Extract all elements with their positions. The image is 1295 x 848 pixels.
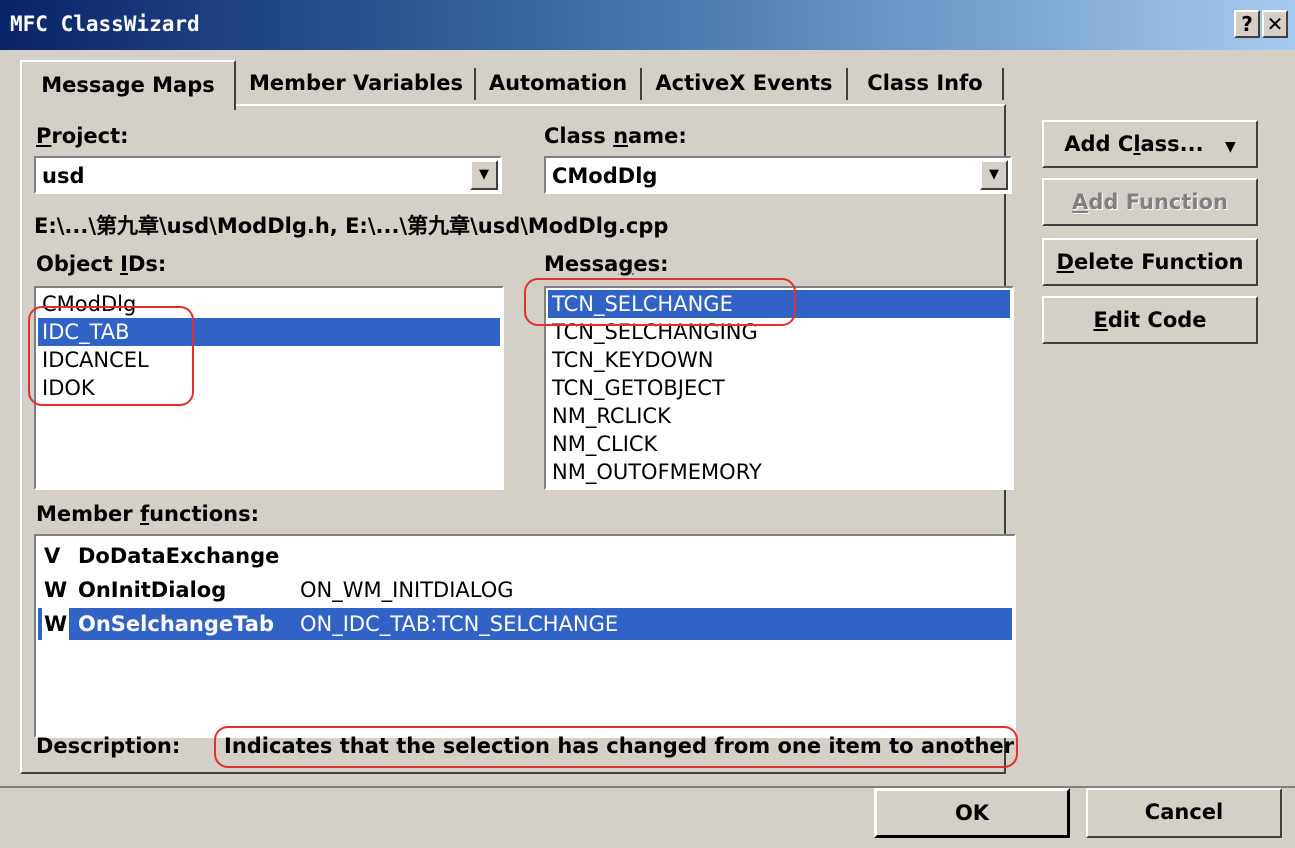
help-button[interactable]: ? [1234,10,1260,38]
description-label: Description: [36,734,181,758]
function-map: ON_IDC_TAB:TCN_SELCHANGE [300,612,619,636]
function-name: OnSelchangeTab [78,612,274,636]
project-value: usd [42,164,85,188]
function-kind: W [42,608,70,640]
project-combo[interactable]: usd ▼ [34,156,502,194]
file-path: E:\...\第九章\usd\ModDlg.h, E:\...\第九章\usd\… [34,214,669,238]
window-title: MFC ClassWizard [10,12,200,36]
list-item[interactable]: TCN_KEYDOWN [548,346,1010,374]
member-functions-label: Member functions: [36,502,259,526]
delete-function-button[interactable]: Delete Function [1042,238,1258,286]
list-item[interactable]: TCN_GETOBJECT [548,374,1010,402]
messages-label: Messages: [544,252,669,276]
list-item[interactable]: NM_OUTOFMEMORY [548,458,1010,486]
tab-label: Class Info [867,71,983,95]
close-icon[interactable]: ✕ [1262,10,1288,38]
class-name-combo[interactable]: CModDlg ▼ [544,156,1012,194]
tab-label: Automation [488,71,628,95]
tab-member-variables[interactable]: Member Variables [238,60,476,106]
class-name-value: CModDlg [552,164,658,188]
tab-class-info[interactable]: Class Info [848,60,1004,106]
tab-message-maps[interactable]: Message Maps [20,60,236,110]
tab-label: ActiveX Events [655,71,833,95]
classwizard-dialog: MFC ClassWizard ? ✕ Message Maps Member … [0,0,1295,848]
add-class-button[interactable]: Add Class... ▼ [1042,120,1258,168]
table-row[interactable]: W OnInitDialog ON_WM_INITDIALOG [38,574,1012,606]
table-row[interactable]: W OnSelchangeTab ON_IDC_TAB:TCN_SELCHANG… [38,608,1012,640]
chevron-down-icon: ▼ [1224,139,1236,155]
tab-label: Message Maps [41,73,215,97]
member-functions-list[interactable]: V DoDataExchange W OnInitDialog ON_WM_IN… [34,534,1016,738]
table-row[interactable]: V DoDataExchange [38,540,1012,572]
function-map: ON_WM_INITDIALOG [300,578,514,602]
annotation-outline [214,726,1018,768]
title-bar[interactable]: MFC ClassWizard ? ✕ [0,0,1295,50]
annotation-outline [524,278,796,326]
tab-activex-events[interactable]: ActiveX Events [642,60,848,106]
chevron-down-icon[interactable]: ▼ [980,160,1008,190]
function-name: OnInitDialog [78,578,227,602]
tab-label: Member Variables [249,71,463,95]
list-item[interactable]: NM_RCLICK [548,402,1010,430]
tab-automation[interactable]: Automation [476,60,642,106]
ok-button[interactable]: OK [874,788,1070,838]
object-ids-label: Object IDs: [36,252,167,276]
edit-code-button[interactable]: Edit Code [1042,296,1258,344]
chevron-down-icon[interactable]: ▼ [470,160,498,190]
annotation-outline [28,306,194,406]
function-kind: W [44,578,68,602]
class-name-label: Class name: [544,124,687,148]
function-kind: V [44,544,61,568]
function-name: DoDataExchange [78,544,280,568]
cancel-button[interactable]: Cancel [1086,788,1282,838]
project-label: Project: [36,124,129,148]
list-item[interactable]: NM_CLICK [548,430,1010,458]
add-function-button[interactable]: Add Function [1042,178,1258,226]
